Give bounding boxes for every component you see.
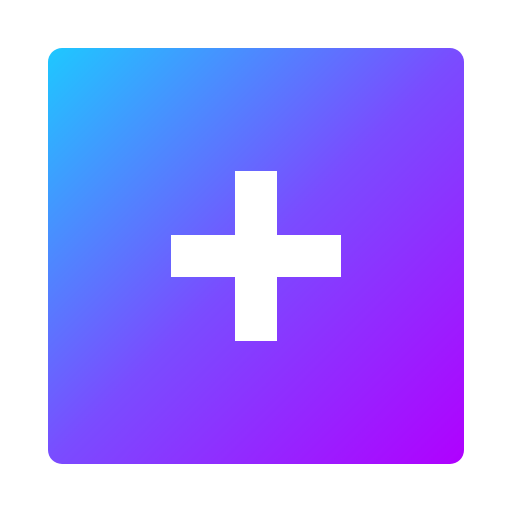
app-icon-stage: [0, 0, 512, 512]
plus-icon: [171, 171, 341, 341]
add-button[interactable]: [48, 48, 464, 464]
plus-horizontal-bar: [171, 235, 341, 277]
